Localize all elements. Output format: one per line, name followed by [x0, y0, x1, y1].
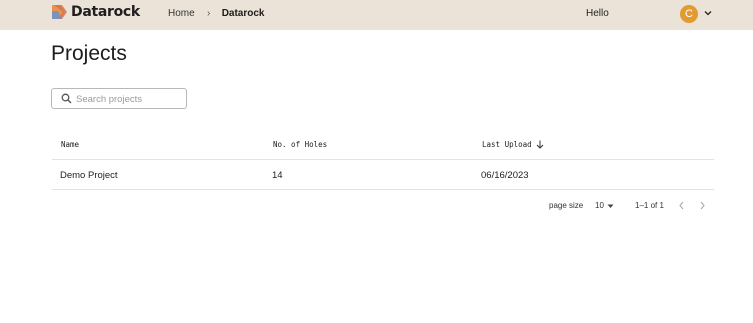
datarock-logo-icon: [52, 5, 67, 19]
chevron-right-icon[interactable]: [699, 201, 706, 210]
cell-name: Demo Project: [60, 170, 118, 181]
avatar[interactable]: C: [680, 5, 698, 23]
chevron-left-icon[interactable]: [678, 201, 685, 210]
greeting: Hello: [586, 8, 609, 19]
breadcrumb-chevron-icon: ›: [207, 7, 211, 19]
projects-table: Name No. of Holes Last Upload Demo Proje…: [52, 128, 714, 190]
logo-text: Datarock: [71, 4, 140, 20]
breadcrumb-home[interactable]: Home: [168, 8, 195, 19]
page-title: Projects: [51, 42, 127, 65]
caret-down-icon[interactable]: [607, 204, 614, 209]
column-header-holes[interactable]: No. of Holes: [273, 140, 327, 149]
search-box[interactable]: [51, 88, 187, 109]
table-header: Name No. of Holes Last Upload: [52, 128, 714, 160]
breadcrumb: Home › Datarock: [168, 7, 265, 19]
cell-last-upload: 06/16/2023: [481, 170, 529, 181]
pagination: page size 10 1–1 of 1: [0, 200, 753, 212]
top-bar: Datarock Home › Datarock Hello C: [0, 0, 753, 30]
cell-holes: 14: [272, 170, 283, 181]
search-input[interactable]: [76, 92, 180, 106]
chevron-down-icon[interactable]: [703, 8, 713, 18]
logo[interactable]: Datarock: [52, 4, 140, 20]
breadcrumb-current: Datarock: [221, 7, 265, 19]
table-row[interactable]: Demo Project 14 06/16/2023: [52, 160, 714, 190]
search-icon: [61, 93, 72, 104]
column-header-last-upload[interactable]: Last Upload: [482, 140, 544, 149]
page-size-select[interactable]: 10: [595, 201, 604, 210]
column-header-name[interactable]: Name: [61, 140, 79, 149]
page-range: 1–1 of 1: [635, 201, 664, 210]
column-header-last-upload-label: Last Upload: [482, 140, 532, 149]
page-size-label: page size: [549, 201, 584, 210]
arrow-down-icon: [536, 140, 544, 149]
